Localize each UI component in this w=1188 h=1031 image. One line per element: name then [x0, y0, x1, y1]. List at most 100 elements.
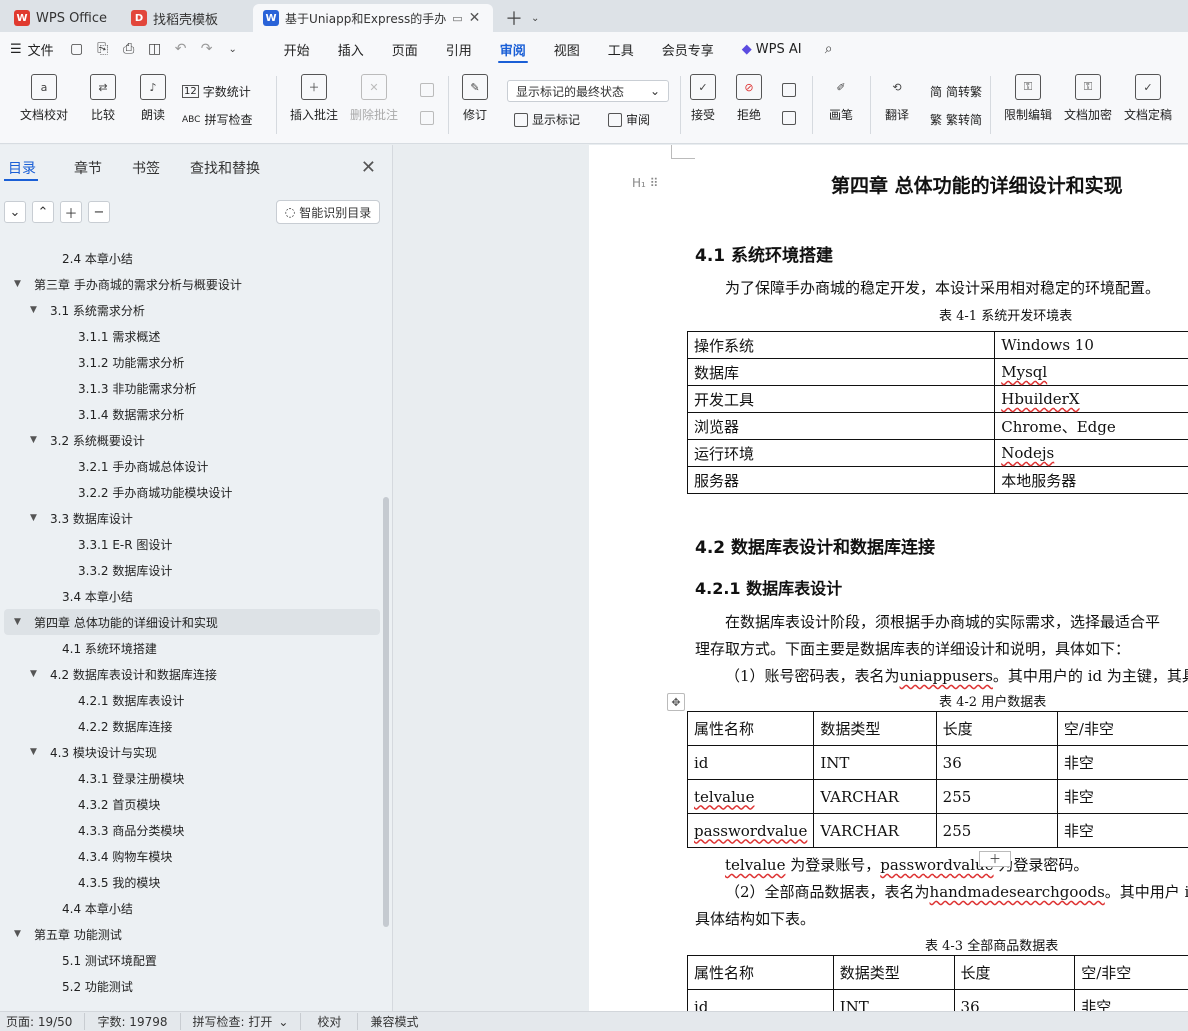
status-proof[interactable]: 校对 [301, 1013, 359, 1030]
table-cell[interactable]: telvalue [686, 779, 815, 814]
toc-item[interactable]: 3.3.1 E-R 图设计 [0, 531, 370, 557]
menu-insert[interactable]: 插入 [324, 32, 378, 66]
paragraph-4-1[interactable]: 为了保障手办商城的稳定开发，本设计采用相对稳定的环境配置。 [725, 277, 1160, 298]
encrypt-button[interactable]: ⚿ 文档加密 [1064, 74, 1112, 123]
toc-item[interactable]: 4.4 本章小结 [0, 895, 370, 921]
table-cell[interactable]: Mysql [994, 358, 1188, 386]
user-table[interactable]: 属性名称 数据类型 长度 空/非空 id INT 36 非空 telvalue VARCHAR 25… [686, 711, 1188, 848]
table-cell[interactable]: VARCHAR [813, 779, 937, 814]
triangle-down-icon[interactable]: ▼ [30, 435, 42, 445]
prev-comment-button[interactable] [420, 83, 434, 97]
revise-button[interactable]: ✎ 修订 [462, 74, 488, 123]
add-row-icon[interactable]: ＋ [979, 851, 1011, 867]
chevron-down-icon[interactable]: ⌄ [531, 13, 539, 24]
toc-item[interactable]: 4.3.5 我的模块 [0, 869, 370, 895]
delete-comment-button[interactable]: ✕ 删除批注 [350, 74, 398, 123]
paragraph-table2-desc[interactable]: （2）全部商品数据表，表名为handmadesearchgoods。其中用户 i… [725, 881, 1188, 902]
collapse-icon[interactable]: ⌃ [32, 201, 54, 223]
paragraph-4-2-1-line2[interactable]: 理存取方式。下面主要是数据库表的详细设计和说明，具体如下： [695, 638, 1130, 659]
menu-view[interactable]: 视图 [540, 32, 594, 66]
table-cell[interactable]: Nodejs [994, 439, 1188, 467]
toc-item[interactable]: ▼ 4.2 数据库表设计和数据库连接 [0, 661, 370, 687]
doc-check-button[interactable]: a 文档校对 [20, 74, 68, 123]
toc-item[interactable]: ▼ 3.2 系统概要设计 [0, 427, 370, 453]
remove-heading-icon[interactable]: − [88, 201, 110, 223]
table-cell[interactable]: 空/非空 [1074, 955, 1188, 990]
preview-icon[interactable]: ◫ [142, 32, 168, 66]
compare-button[interactable]: ⇄ 比较 [90, 74, 116, 123]
accept-button[interactable]: ✓ 接受 [690, 74, 716, 123]
tab-document[interactable]: W 基于Uniapp和Express的手办 ▭ ✕ [253, 4, 494, 32]
toc-item[interactable]: 4.2.1 数据库表设计 [0, 687, 370, 713]
toc-item[interactable]: 5.2 功能测试 [0, 973, 370, 999]
table-cell[interactable]: 本地服务器 [994, 466, 1188, 494]
toc-item[interactable]: ▼ 3.1 系统需求分析 [0, 297, 370, 323]
export-icon[interactable]: ⎘ [90, 32, 116, 66]
triangle-down-icon[interactable]: ▼ [30, 305, 42, 315]
toc-item[interactable]: 4.1 系统环境搭建 [0, 635, 370, 661]
table-cell[interactable]: 255 [935, 813, 1058, 848]
toc-item[interactable]: 3.2.1 手办商城总体设计 [0, 453, 370, 479]
undo-icon[interactable]: ↶ [168, 32, 194, 66]
wps-ai-button[interactable]: ◆ WPS AI [728, 32, 816, 66]
next-change-button[interactable] [782, 111, 796, 125]
table-cell[interactable]: 非空 [1074, 989, 1188, 1011]
word-count-button[interactable]: 12 字数统计 [182, 83, 251, 100]
table-cell[interactable]: 255 [935, 779, 1058, 814]
table-cell[interactable]: Chrome、Edge [994, 412, 1188, 440]
goods-table[interactable]: 属性名称 数据类型 长度 空/非空 id INT 36 非空 [687, 955, 1188, 1011]
table-cell[interactable]: 36 [953, 989, 1076, 1011]
table-4-3-caption[interactable]: 表 4-3 全部商品数据表 [925, 935, 1058, 954]
menu-start[interactable]: 开始 [270, 32, 324, 66]
show-markup-button[interactable]: 显示标记 [514, 111, 580, 128]
triangle-down-icon[interactable]: ▼ [30, 513, 42, 523]
table-cell[interactable]: 属性名称 [687, 955, 834, 990]
table-cell[interactable]: Windows 10 [994, 331, 1188, 359]
print-icon[interactable]: ⎙ [116, 32, 142, 66]
status-words[interactable]: 字数: 19798 [85, 1013, 181, 1030]
table-cell[interactable]: 数据类型 [813, 711, 937, 746]
pen-button[interactable]: ✐ 画笔 [828, 74, 854, 123]
table-cell[interactable]: HbuilderX [994, 385, 1188, 413]
insert-comment-button[interactable]: ＋ 插入批注 [290, 74, 338, 123]
to-simplified-button[interactable]: 繁繁转简 [930, 111, 982, 128]
toc-item[interactable]: ▼ 3.3 数据库设计 [0, 505, 370, 531]
new-tab-icon[interactable]: ＋ [505, 5, 523, 31]
panel-tab-toc[interactable]: 目录 [0, 145, 44, 191]
menu-reference[interactable]: 引用 [432, 32, 486, 66]
read-aloud-button[interactable]: ♪ 朗读 [140, 74, 166, 123]
table-cell[interactable]: 操作系统 [686, 331, 996, 359]
table-cell[interactable]: 属性名称 [686, 711, 815, 746]
toc-item[interactable]: 4.3.4 购物车模块 [0, 843, 370, 869]
toc-item[interactable]: 4.3.1 登录注册模块 [0, 765, 370, 791]
smart-toc-button[interactable]: ◌ 智能识别目录 [276, 200, 380, 224]
table-4-2-caption[interactable]: 表 4-2 用户数据表 [939, 691, 1046, 710]
paragraph-table1-note[interactable]: telvalue 为登录账号，passwordvalue 为登录密码。 [725, 854, 1088, 875]
table-cell[interactable]: INT [813, 745, 937, 780]
section-4-2-1-heading[interactable]: 4.2.1 数据库表设计 [695, 575, 842, 599]
toc-item[interactable]: 3.4 本章小结 [0, 583, 370, 609]
triangle-down-icon[interactable]: ▼ [14, 279, 26, 289]
table-cell[interactable]: 开发工具 [686, 385, 996, 413]
finalize-button[interactable]: ✓ 文档定稿 [1124, 74, 1172, 123]
toc-item[interactable]: 3.1.3 非功能需求分析 [0, 375, 370, 401]
toc-item[interactable]: ▼ 4.3 模块设计与实现 [0, 739, 370, 765]
table-cell[interactable]: id [686, 745, 815, 780]
table-cell[interactable]: 长度 [935, 711, 1058, 746]
table-cell[interactable]: 服务器 [686, 466, 996, 494]
review-pane-button[interactable]: 审阅 [608, 111, 650, 128]
menu-review[interactable]: 审阅 [486, 32, 540, 66]
toc-item[interactable]: ▼ 第五章 功能测试 [0, 921, 370, 947]
paragraph-4-2-1-line1[interactable]: 在数据库表设计阶段，须根据手办商城的实际需求，选择最适合平 [725, 611, 1160, 632]
monitor-icon[interactable]: ▭ [452, 12, 462, 25]
tab-wps-office[interactable]: W WPS Office [4, 4, 117, 32]
menu-member[interactable]: 会员专享 [648, 32, 728, 66]
menu-page[interactable]: 页面 [378, 32, 432, 66]
toc-item[interactable]: 3.3.2 数据库设计 [0, 557, 370, 583]
next-comment-button[interactable] [420, 111, 434, 125]
toc-item[interactable]: 3.1.2 功能需求分析 [0, 349, 370, 375]
table-move-handle-icon[interactable]: ✥ [667, 693, 685, 711]
restrict-edit-button[interactable]: ⚿ 限制编辑 [1004, 74, 1052, 123]
menu-tools[interactable]: 工具 [594, 32, 648, 66]
table-4-1-caption[interactable]: 表 4-1 系统开发环境表 [939, 305, 1072, 324]
